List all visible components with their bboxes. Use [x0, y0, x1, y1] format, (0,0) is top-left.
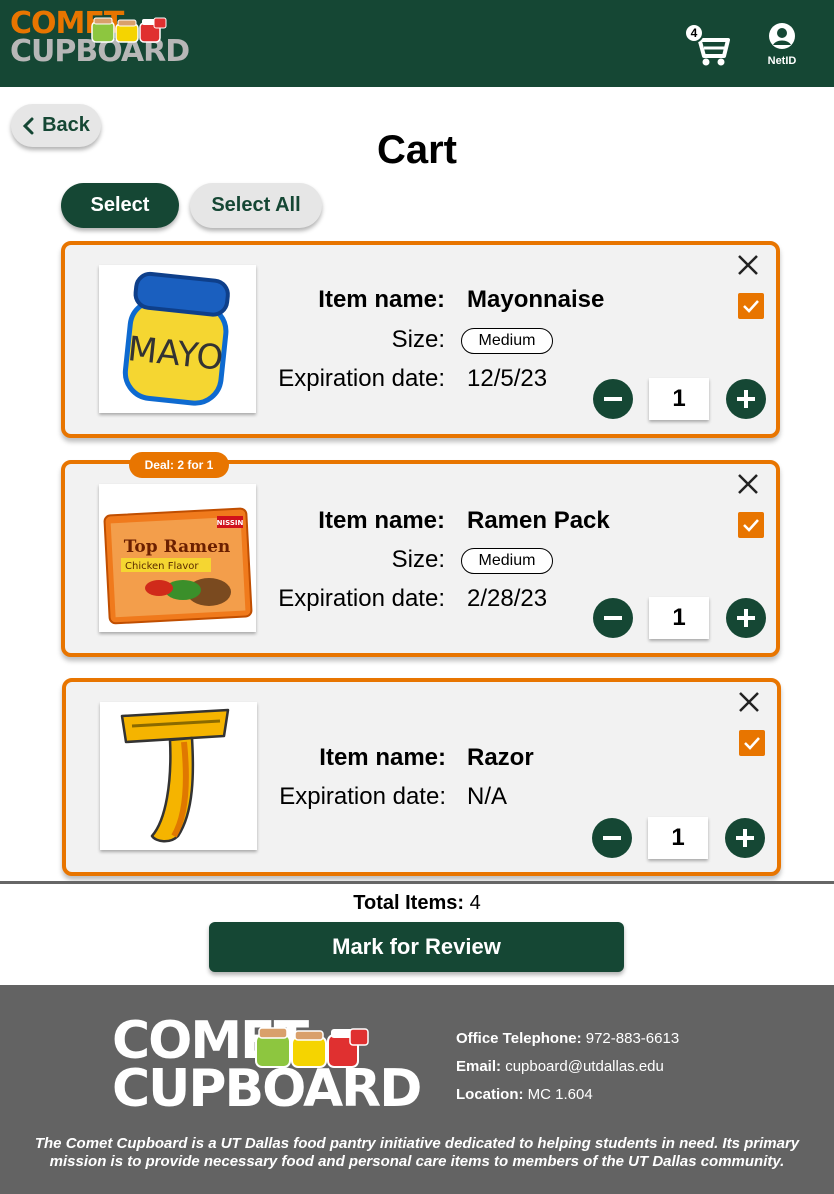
about-text: The Comet Cupboard is a UT Dallas food p…: [34, 1135, 800, 1170]
checkmark-icon: [744, 737, 760, 750]
remove-item-close-icon[interactable]: [735, 688, 763, 716]
mark-for-review-button[interactable]: Mark for Review: [209, 922, 624, 972]
cart-count-badge: 4: [684, 23, 704, 43]
minus-icon: [604, 616, 622, 620]
item-name-label: Item name:: [318, 507, 445, 534]
size-label: Size:: [391, 546, 445, 573]
contact-info: Office Telephone: 972-883-6613 Email: cu…: [456, 1025, 679, 1109]
quantity-value[interactable]: 1: [648, 817, 708, 859]
footer-logo-line-2: CUPBOARD: [112, 1059, 422, 1119]
decrease-quantity-button[interactable]: [592, 818, 632, 858]
item-checkbox[interactable]: [739, 730, 765, 756]
size-badge: Medium: [461, 548, 553, 574]
cart-item-card: MAYO Item name: Mayonnaise Size: Medium …: [61, 241, 780, 438]
plus-icon: [737, 609, 755, 627]
jars-icon: [255, 1027, 369, 1068]
expiration-value: N/A: [467, 783, 508, 810]
select-button[interactable]: Select: [61, 183, 179, 228]
item-checkbox[interactable]: [738, 512, 764, 538]
netid-label: NetID: [767, 55, 797, 67]
cart-item-card: Deal: 2 for 1 Top Ramen Chicken Flavor N…: [61, 452, 780, 657]
expiration-label: Expiration date:: [278, 585, 445, 612]
remove-item-close-icon[interactable]: [734, 251, 762, 279]
jars-icon: [91, 17, 167, 43]
select-all-button[interactable]: Select All: [190, 183, 322, 228]
increase-quantity-button[interactable]: [726, 598, 766, 638]
decrease-quantity-button[interactable]: [593, 379, 633, 419]
increase-quantity-button[interactable]: [725, 818, 765, 858]
footer: COMET CUPBOARD Office Telephone: 972-883…: [0, 985, 834, 1194]
remove-item-close-icon[interactable]: [734, 470, 762, 498]
plus-icon: [736, 829, 754, 847]
total-items-label: Total Items:: [353, 892, 465, 914]
total-items-value: 4: [469, 892, 481, 914]
minus-icon: [603, 836, 621, 840]
deal-badge: Deal: 2 for 1: [129, 452, 229, 478]
user-account-icon: [769, 23, 795, 49]
expiration-value: 2/28/23: [467, 585, 548, 612]
plus-icon: [737, 390, 755, 408]
quantity-value[interactable]: 1: [649, 597, 709, 639]
item-name-value: Mayonnaise: [467, 286, 605, 313]
item-name-value: Ramen Pack: [467, 507, 610, 534]
checkmark-icon: [743, 519, 759, 532]
page-title: Cart: [376, 128, 458, 172]
top-header: COMET CUPBOARD 4 NetID: [0, 0, 834, 87]
location-value: MC 1.604: [527, 1086, 593, 1103]
increase-quantity-button[interactable]: [726, 379, 766, 419]
minus-icon: [604, 397, 622, 401]
item-name-label: Item name:: [318, 286, 445, 313]
expiration-value: 12/5/23: [467, 365, 548, 392]
item-name-value: Razor: [467, 744, 534, 771]
footer-logo: COMET CUPBOARD: [112, 1015, 422, 1119]
expiration-label: Expiration date:: [279, 783, 446, 810]
quantity-value[interactable]: 1: [649, 378, 709, 420]
razor-icon: [120, 708, 230, 843]
email-value[interactable]: cupboard@utdallas.edu: [505, 1058, 664, 1075]
phone-value[interactable]: 972-883-6613: [586, 1030, 679, 1047]
cart-item-card: Item name: Razor Expiration date: N/A 1: [62, 678, 781, 876]
phone-label: Office Telephone:: [456, 1030, 582, 1047]
size-label: Size:: [391, 326, 445, 353]
netid-account-button[interactable]: NetID: [758, 22, 806, 68]
size-badge: Medium: [461, 328, 553, 354]
item-name-label: Item name:: [319, 744, 446, 771]
total-items: Total Items: 4: [0, 892, 834, 915]
decrease-quantity-button[interactable]: [593, 598, 633, 638]
item-image: [100, 702, 257, 850]
expiration-label: Expiration date:: [278, 365, 445, 392]
location-label: Location:: [456, 1086, 524, 1103]
comet-cupboard-logo[interactable]: COMET CUPBOARD: [10, 9, 190, 72]
email-label: Email:: [456, 1058, 502, 1075]
divider: [0, 881, 834, 884]
item-checkbox[interactable]: [738, 293, 764, 319]
checkmark-icon: [743, 300, 759, 313]
cart-button[interactable]: 4: [680, 20, 732, 68]
